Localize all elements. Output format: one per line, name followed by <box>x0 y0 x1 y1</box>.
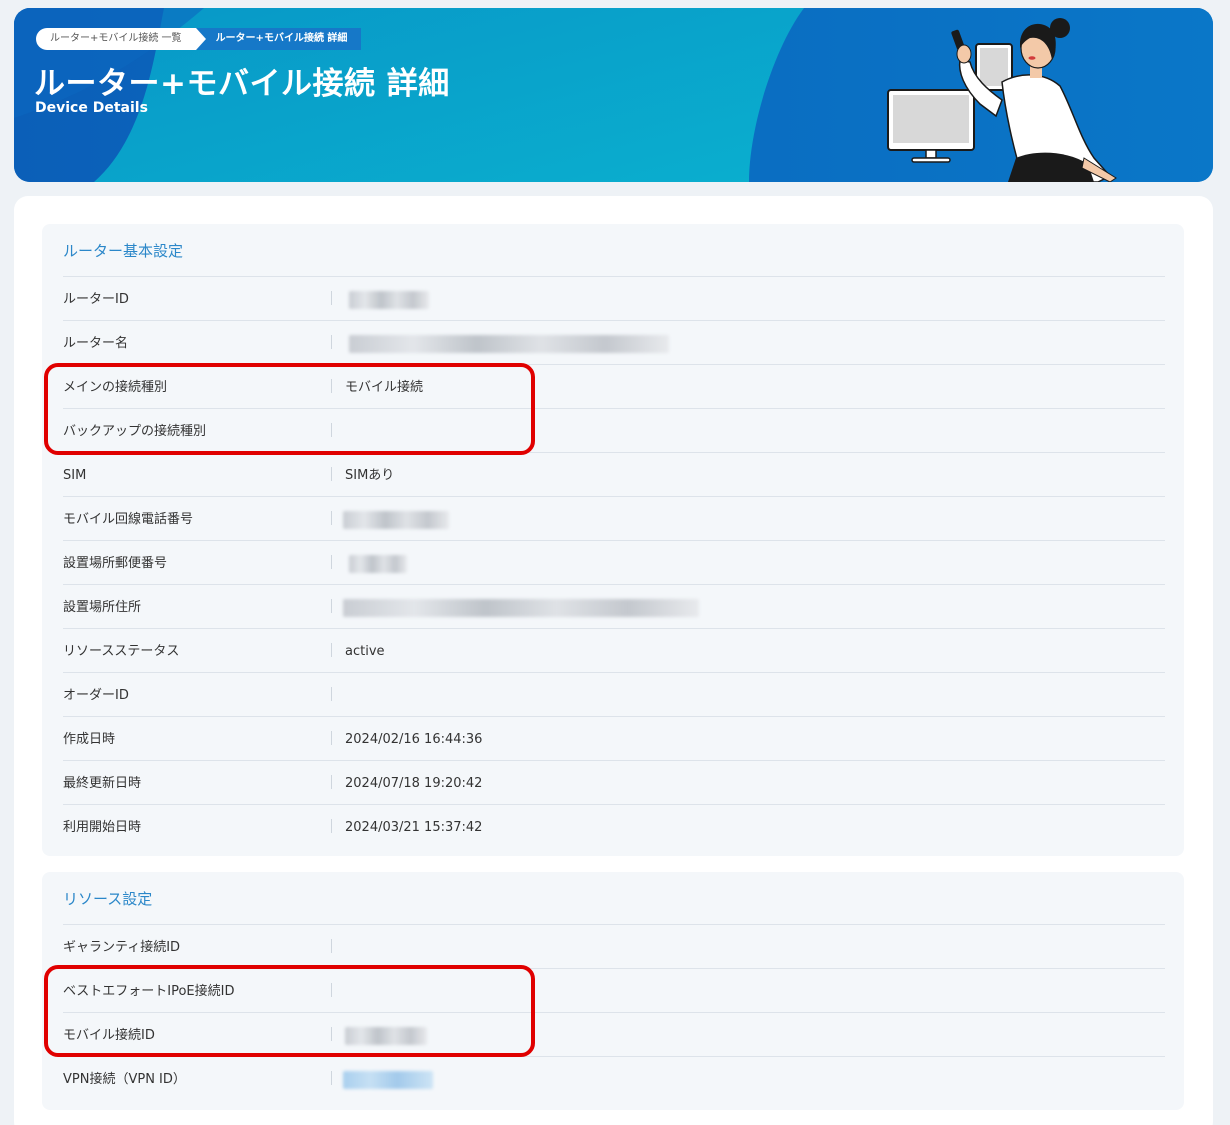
row-label: 設置場所住所 <box>63 600 142 615</box>
section-title: リソース設定 <box>63 890 153 908</box>
row-label: ルーター名 <box>63 336 129 351</box>
divider <box>331 687 332 701</box>
divider <box>331 775 332 789</box>
divider <box>331 599 332 613</box>
row-label: メインの接続種別 <box>63 380 168 395</box>
divider <box>331 423 332 437</box>
row-mobile-phone-number: モバイル回線電話番号 <box>63 496 1165 540</box>
page-title: ルーター+モバイル接続 詳細 <box>34 66 450 102</box>
row-router-name: ルーター名 <box>63 320 1165 364</box>
row-label: SIM <box>63 468 87 483</box>
row-label: ギャランティ接続ID <box>63 940 181 955</box>
redacted-value <box>345 1027 427 1045</box>
redacted-value <box>349 555 407 573</box>
row-label: リソースステータス <box>63 644 180 659</box>
row-address: 設置場所住所 <box>63 584 1165 628</box>
section-title: ルーター基本設定 <box>63 242 184 260</box>
row-label: 最終更新日時 <box>63 776 142 791</box>
detail-list: ルーターID ルーター名 メインの接続種別 モバイル接続 バックアップの接続種別 <box>63 276 1165 848</box>
row-label: バックアップの接続種別 <box>63 424 207 439</box>
divider <box>331 1071 332 1085</box>
divider <box>331 555 332 569</box>
redacted-vpn-link[interactable] <box>343 1071 433 1089</box>
redacted-value <box>343 599 699 617</box>
divider <box>331 1027 332 1041</box>
row-guaranteed-connection-id: ギャランティ接続ID <box>63 924 1165 968</box>
row-value: SIMあり <box>345 468 395 483</box>
breadcrumb-link-list[interactable]: ルーター+モバイル接続 一覧 <box>36 28 206 50</box>
row-value: 2024/07/18 19:20:42 <box>345 776 483 791</box>
detail-list: ギャランティ接続ID ベストエフォートIPoE接続ID モバイル接続ID VPN… <box>63 924 1165 1100</box>
divider <box>331 643 332 657</box>
header-banner: ルーター+モバイル接続 一覧 ルーター+モバイル接続 詳細 ルーター+モバイル接… <box>14 8 1213 182</box>
divider <box>331 379 332 393</box>
page-subtitle: Device Details <box>35 100 148 116</box>
row-label: ベストエフォートIPoE接続ID <box>63 984 235 999</box>
row-best-effort-ipoe-id: ベストエフォートIPoE接続ID <box>63 968 1165 1012</box>
row-postal-code: 設置場所郵便番号 <box>63 540 1165 584</box>
row-resource-status: リソースステータス active <box>63 628 1165 672</box>
redacted-value <box>349 291 429 309</box>
redacted-value <box>349 335 669 353</box>
divider <box>331 939 332 953</box>
row-vpn-connection: VPN接続（VPN ID） <box>63 1056 1165 1100</box>
router-basic-settings-section: ルーター基本設定 ルーターID ルーター名 メインの接続種別 モバイル接続 バッ… <box>42 224 1184 856</box>
divider <box>331 983 332 997</box>
row-value: 2024/02/16 16:44:36 <box>345 732 483 747</box>
breadcrumb-current: ルーター+モバイル接続 詳細 <box>195 28 362 50</box>
row-label: 設置場所郵便番号 <box>63 556 168 571</box>
breadcrumb: ルーター+モバイル接続 一覧 ルーター+モバイル接続 詳細 <box>36 28 362 50</box>
row-mobile-connection-id: モバイル接続ID <box>63 1012 1165 1056</box>
resource-settings-section: リソース設定 ギャランティ接続ID ベストエフォートIPoE接続ID モバイル接… <box>42 872 1184 1110</box>
divider <box>331 467 332 481</box>
row-label: VPN接続（VPN ID） <box>63 1072 186 1087</box>
row-start-at: 利用開始日時 2024/03/21 15:37:42 <box>63 804 1165 848</box>
row-label: モバイル回線電話番号 <box>63 512 194 527</box>
divider <box>331 335 332 349</box>
row-label: 作成日時 <box>63 732 116 747</box>
row-label: 利用開始日時 <box>63 820 142 835</box>
redacted-value <box>343 511 449 529</box>
row-value: モバイル接続 <box>345 380 424 395</box>
row-value: 2024/03/21 15:37:42 <box>345 820 483 835</box>
row-label: オーダーID <box>63 688 129 703</box>
row-created-at: 作成日時 2024/02/16 16:44:36 <box>63 716 1165 760</box>
row-sim: SIM SIMあり <box>63 452 1165 496</box>
row-router-id: ルーターID <box>63 276 1165 320</box>
row-value: active <box>345 644 385 659</box>
device-details-card: ルーター基本設定 ルーターID ルーター名 メインの接続種別 モバイル接続 バッ… <box>14 196 1213 1125</box>
divider <box>331 819 332 833</box>
woman-with-devices-illustration <box>887 18 1117 182</box>
divider <box>331 291 332 305</box>
divider <box>331 731 332 745</box>
row-label: モバイル接続ID <box>63 1028 155 1043</box>
row-main-connection-type: メインの接続種別 モバイル接続 <box>63 364 1165 408</box>
row-label: ルーターID <box>63 292 129 307</box>
divider <box>331 511 332 525</box>
row-backup-connection-type: バックアップの接続種別 <box>63 408 1165 452</box>
row-updated-at: 最終更新日時 2024/07/18 19:20:42 <box>63 760 1165 804</box>
row-order-id: オーダーID <box>63 672 1165 716</box>
